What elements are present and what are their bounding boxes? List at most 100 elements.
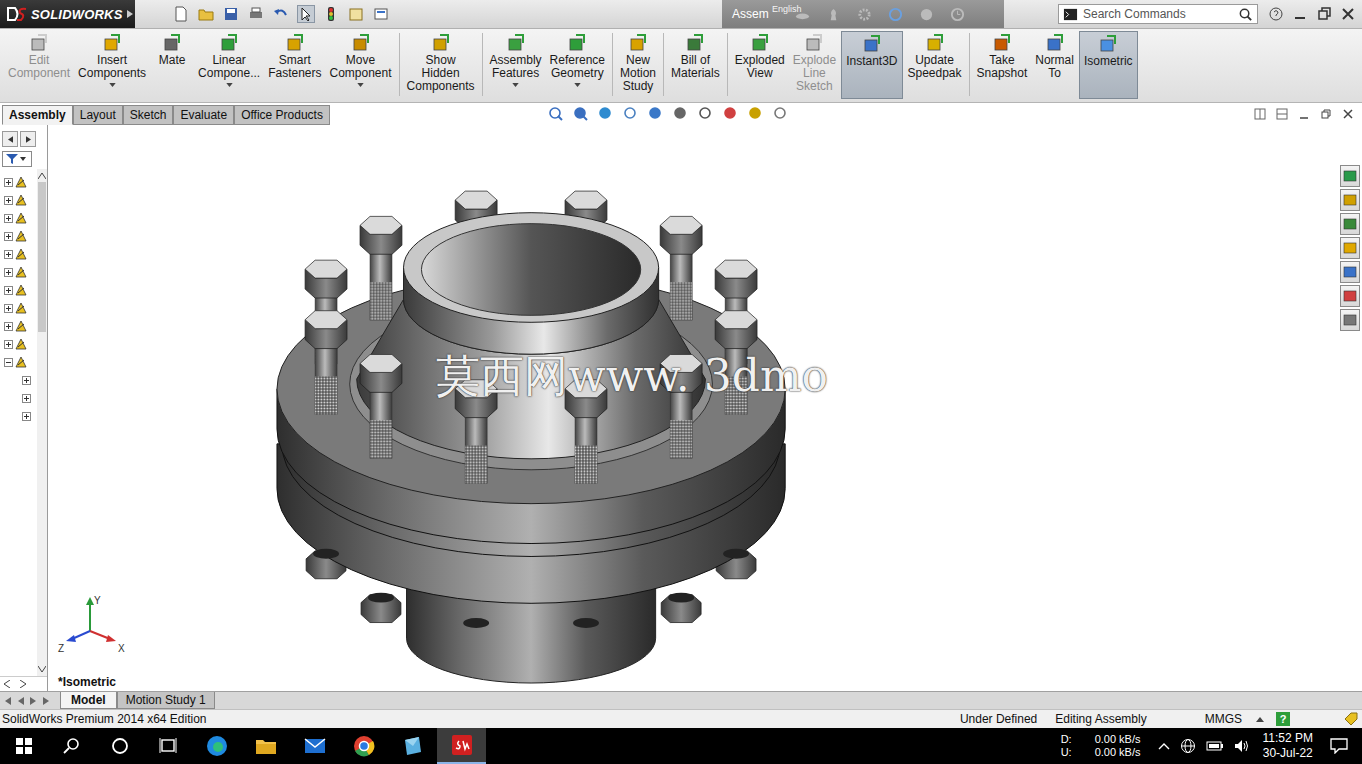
command-tab[interactable]: Layout <box>73 105 123 125</box>
command-button[interactable]: Assembly Features <box>486 31 546 102</box>
scroll-up-icon[interactable] <box>38 173 46 179</box>
command-button[interactable]: Explode Line Sketch <box>789 31 840 102</box>
bolt[interactable] <box>360 216 402 320</box>
expand-icon[interactable] <box>4 196 13 205</box>
panel-tab-left[interactable] <box>2 131 18 147</box>
task-pane-tab[interactable] <box>1340 213 1360 235</box>
command-button[interactable]: Reference Geometry <box>546 31 609 102</box>
command-button[interactable]: Instant3D <box>841 31 902 99</box>
volume-icon[interactable] <box>1234 739 1250 753</box>
tab-nav-arrow-icon[interactable] <box>17 697 24 705</box>
command-tab[interactable]: Sketch <box>123 105 174 125</box>
tab-navigation[interactable] <box>0 692 60 709</box>
appearance-icon[interactable] <box>723 106 739 122</box>
tree-item[interactable] <box>0 227 37 245</box>
tile-right-icon[interactable] <box>1276 108 1288 120</box>
filter-button[interactable] <box>2 151 32 167</box>
unit-system[interactable]: MMGS <box>1205 712 1242 726</box>
units-menu-icon[interactable] <box>1256 717 1264 722</box>
flange-assembly-model[interactable] <box>48 125 1340 691</box>
notifications-icon[interactable] <box>1330 738 1348 754</box>
bottom-tab[interactable]: Model <box>60 692 117 709</box>
gear-icon[interactable] <box>857 7 872 22</box>
doc-restore-icon[interactable] <box>1320 108 1332 120</box>
tree-item[interactable] <box>0 209 37 227</box>
close-icon[interactable] <box>1340 6 1356 22</box>
expand-icon[interactable] <box>4 232 13 241</box>
new-document-icon[interactable] <box>173 6 189 22</box>
globe-icon[interactable] <box>1180 738 1196 754</box>
dropdown-arrow-icon[interactable] <box>226 83 233 87</box>
bolt[interactable] <box>660 216 702 320</box>
doc-minimize-icon[interactable] <box>1298 108 1310 120</box>
battery-icon[interactable] <box>1206 740 1224 752</box>
dropdown-arrow-icon[interactable] <box>512 83 519 87</box>
tree-item[interactable] <box>0 245 37 263</box>
expand-icon[interactable] <box>4 340 13 349</box>
clock-icon[interactable] <box>950 7 965 22</box>
tree-item[interactable] <box>0 299 37 317</box>
tree-item[interactable] <box>0 335 37 353</box>
tree-item[interactable] <box>0 407 37 425</box>
bolt[interactable] <box>305 260 347 364</box>
logo[interactable]: SOLIDWORKS <box>0 0 135 28</box>
task-pane-tab[interactable] <box>1340 165 1360 187</box>
tile-app[interactable] <box>388 728 437 764</box>
command-button[interactable]: Smart Fasteners <box>264 31 325 102</box>
print-icon[interactable] <box>248 6 264 22</box>
expand-icon[interactable] <box>22 376 31 385</box>
command-tab[interactable]: Assembly <box>2 105 73 125</box>
tree-item[interactable] <box>0 371 37 389</box>
expand-icon[interactable] <box>22 394 31 403</box>
bolt[interactable] <box>360 354 402 458</box>
tab-nav-arrow-icon[interactable] <box>30 697 37 705</box>
scroll-left-icon[interactable] <box>4 680 10 688</box>
task-pane-tab[interactable] <box>1340 237 1360 259</box>
command-button[interactable]: New Motion Study <box>616 31 660 102</box>
undo-icon[interactable] <box>273 6 289 22</box>
chess-piece-icon[interactable] <box>826 7 841 22</box>
expand-icon[interactable] <box>4 214 13 223</box>
command-button[interactable]: Normal To <box>1031 31 1078 102</box>
hide-show-icon[interactable] <box>698 106 714 122</box>
cortana-button[interactable] <box>96 728 144 764</box>
browser-icon[interactable] <box>888 7 903 22</box>
tree-horizontal-scroll[interactable] <box>0 676 47 691</box>
expand-icon[interactable] <box>4 322 13 331</box>
command-button[interactable]: Move Component <box>326 31 396 102</box>
command-button[interactable]: Isometric <box>1079 31 1138 99</box>
previous-view-icon[interactable] <box>598 106 614 122</box>
open-folder-icon[interactable] <box>198 6 214 22</box>
command-tab[interactable]: Evaluate <box>173 105 234 125</box>
expand-icon[interactable] <box>4 268 13 277</box>
tab-nav-arrow-icon[interactable] <box>4 697 11 705</box>
options-icon[interactable] <box>373 6 389 22</box>
scroll-thumb[interactable] <box>38 182 46 332</box>
help-circle-icon[interactable] <box>919 7 934 22</box>
clock[interactable]: 11:52 PM30-Jul-22 <box>1263 731 1313 761</box>
scroll-right-icon[interactable] <box>20 680 26 688</box>
task-view-button[interactable] <box>144 728 192 764</box>
tree-item[interactable] <box>0 389 37 407</box>
command-button[interactable]: Edit Component <box>4 31 74 102</box>
tree-scrollbar[interactable] <box>37 169 47 676</box>
scene-icon[interactable] <box>748 106 764 122</box>
task-pane-tab[interactable] <box>1340 189 1360 211</box>
tree-item[interactable] <box>0 191 37 209</box>
command-button[interactable]: Exploded View <box>731 31 789 102</box>
restore-icon[interactable] <box>1316 6 1332 22</box>
zoom-area-icon[interactable] <box>573 106 589 122</box>
search-commands-field[interactable]: Search Commands <box>1058 4 1258 24</box>
edge-app[interactable] <box>192 728 241 764</box>
expand-icon[interactable] <box>4 250 13 259</box>
zoom-fit-icon[interactable] <box>548 106 564 122</box>
rebuild-icon[interactable] <box>323 6 339 22</box>
start-button[interactable] <box>0 728 48 764</box>
chrome-app[interactable] <box>339 728 388 764</box>
menu-arrow-icon[interactable] <box>126 9 134 19</box>
tile-left-icon[interactable] <box>1254 108 1266 120</box>
minimize-icon[interactable] <box>1292 6 1308 22</box>
expand-icon[interactable] <box>4 178 13 187</box>
command-button[interactable]: Linear Compone... <box>194 31 264 102</box>
scroll-down-icon[interactable] <box>38 666 46 672</box>
